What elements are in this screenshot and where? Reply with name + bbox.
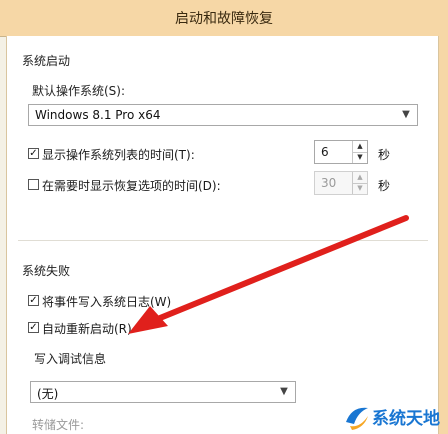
show-os-list-checkbox[interactable]: ✓ 显示操作系统列表的时间(T): <box>28 146 308 164</box>
debug-info-label: 写入调试信息 <box>34 352 107 366</box>
watermark-text: 系统天地 <box>372 409 440 429</box>
checkmark-icon: ✓ <box>28 295 39 306</box>
chevron-down-icon: ▼ <box>280 386 288 397</box>
write-event-checkbox[interactable]: ✓ 将事件写入系统日志(W) <box>28 293 228 311</box>
swoosh-logo-icon <box>346 407 368 430</box>
debug-info-value: (无) <box>37 387 59 401</box>
triangle-down-icon[interactable]: ▼ <box>353 152 367 163</box>
write-event-label: 将事件写入系统日志(W) <box>42 295 172 309</box>
default-os-value: Windows 8.1 Pro x64 <box>35 108 161 122</box>
show-os-list-label: 显示操作系统列表的时间(T): <box>42 148 195 162</box>
auto-restart-label: 自动重新启动(R) <box>42 322 132 336</box>
triangle-down-icon[interactable]: ▼ <box>353 183 367 194</box>
checkmark-icon: ✓ <box>28 148 39 159</box>
show-os-list-unit: 秒 <box>378 148 391 162</box>
show-recovery-seconds-spinner[interactable]: 30 ▲ ▼ <box>314 171 368 195</box>
window-border-right <box>438 36 448 434</box>
debug-info-dropdown[interactable]: (无) ▼ <box>30 381 296 403</box>
default-os-dropdown[interactable]: Windows 8.1 Pro x64 ▼ <box>28 104 418 126</box>
section-divider <box>18 240 428 241</box>
checkmark-icon: ✓ <box>28 322 39 333</box>
system-startup-group-label: 系统启动 <box>22 54 71 68</box>
show-recovery-checkbox[interactable]: 在需要时显示恢复选项的时间(D): <box>28 177 308 195</box>
show-recovery-label: 在需要时显示恢复选项的时间(D): <box>42 179 221 193</box>
watermark: 系统天地 <box>340 398 448 434</box>
chevron-down-icon: ▼ <box>402 109 410 120</box>
window-title: 启动和故障恢复 <box>175 11 273 27</box>
dump-file-label: 转储文件: <box>32 418 85 432</box>
show-os-list-seconds-value: 6 <box>321 145 329 159</box>
default-os-label: 默认操作系统(S): <box>32 84 126 98</box>
show-recovery-unit: 秒 <box>378 179 391 193</box>
system-failure-group-label: 系统失败 <box>22 264 71 278</box>
title-bar[interactable]: 启动和故障恢复 <box>0 0 448 37</box>
auto-restart-checkbox[interactable]: ✓ 自动重新启动(R) <box>28 320 228 338</box>
checkbox-empty-icon <box>28 179 39 190</box>
show-recovery-seconds-value: 30 <box>321 176 337 190</box>
show-os-list-seconds-spinner[interactable]: 6 ▲ ▼ <box>314 140 368 164</box>
